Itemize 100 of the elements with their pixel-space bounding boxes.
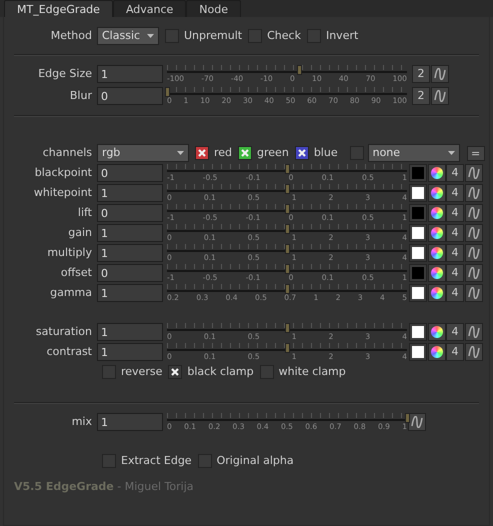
curve-button[interactable] bbox=[465, 284, 483, 302]
value-field[interactable]: 0 bbox=[97, 204, 163, 222]
color-swatch[interactable] bbox=[410, 225, 426, 241]
checkbox-label: blue bbox=[314, 144, 338, 161]
caret-icon bbox=[448, 151, 455, 155]
color-swatch[interactable] bbox=[410, 205, 426, 221]
checkbox-label: white clamp bbox=[278, 364, 346, 380]
checkbox-label: red bbox=[214, 144, 232, 161]
value-field[interactable]: 0 bbox=[97, 264, 163, 282]
curve-button[interactable] bbox=[465, 343, 483, 361]
curve-button[interactable] bbox=[465, 264, 483, 282]
channel-count-button[interactable]: 4 bbox=[446, 244, 464, 262]
slider-thumb[interactable] bbox=[285, 284, 290, 294]
curve-button[interactable] bbox=[465, 224, 483, 242]
curve-button[interactable] bbox=[465, 244, 483, 262]
slider-thumb[interactable] bbox=[285, 204, 290, 214]
checkbox-label: Extract Edge bbox=[121, 452, 192, 469]
value-field[interactable]: 0 bbox=[97, 87, 163, 105]
curve-icon bbox=[434, 90, 446, 102]
color-picker-button[interactable] bbox=[428, 164, 446, 182]
channel-count-button[interactable]: 4 bbox=[446, 264, 464, 282]
slider-thumb[interactable] bbox=[285, 323, 290, 333]
curve-icon bbox=[468, 167, 480, 179]
color-picker-button[interactable] bbox=[428, 323, 446, 341]
value-field[interactable]: 0 bbox=[97, 164, 163, 182]
checkbox[interactable] bbox=[168, 365, 182, 379]
value-field[interactable]: 1 bbox=[97, 413, 163, 431]
checkbox[interactable] bbox=[294, 146, 309, 160]
tab[interactable]: Advance bbox=[112, 0, 186, 17]
color-wheel-icon bbox=[431, 326, 443, 338]
checkbox[interactable] bbox=[238, 146, 252, 160]
caret-icon bbox=[177, 151, 184, 155]
value-field[interactable]: 1 bbox=[97, 343, 163, 361]
slider-thumb[interactable] bbox=[285, 184, 290, 194]
method-dropdown[interactable]: Classic bbox=[97, 27, 159, 45]
color-swatch[interactable] bbox=[410, 245, 426, 261]
slider-thumb[interactable] bbox=[285, 224, 290, 234]
color-picker-button[interactable] bbox=[428, 184, 446, 202]
color-wheel-icon bbox=[431, 187, 443, 199]
checkbox[interactable] bbox=[195, 146, 209, 160]
color-swatch[interactable] bbox=[410, 165, 426, 181]
check-mark-icon bbox=[171, 368, 180, 376]
slider-thumb[interactable] bbox=[285, 244, 290, 254]
curve-button[interactable] bbox=[431, 65, 449, 83]
curve-button[interactable] bbox=[465, 164, 483, 182]
color-picker-button[interactable] bbox=[428, 343, 446, 361]
curve-button[interactable] bbox=[465, 184, 483, 202]
color-swatch[interactable] bbox=[410, 324, 426, 340]
color-wheel-icon bbox=[431, 167, 443, 179]
curve-button[interactable] bbox=[431, 87, 449, 105]
tab[interactable]: Node bbox=[186, 0, 242, 17]
channel-count-button[interactable]: 4 bbox=[446, 184, 464, 202]
color-wheel-icon bbox=[431, 247, 443, 259]
channel-count-button[interactable]: 4 bbox=[446, 204, 464, 222]
value-field[interactable]: 1 bbox=[97, 65, 163, 83]
color-picker-button[interactable] bbox=[428, 264, 446, 282]
tab[interactable]: MT_EdgeGrade bbox=[4, 0, 113, 17]
slider-thumb[interactable] bbox=[165, 87, 170, 97]
checkbox-label: Check bbox=[267, 28, 301, 44]
slider-thumb[interactable] bbox=[297, 65, 302, 75]
curve-icon bbox=[411, 416, 423, 428]
channels-dropdown[interactable]: rgb bbox=[97, 144, 189, 162]
slider-thumb[interactable] bbox=[285, 264, 290, 274]
value-field[interactable]: 1 bbox=[97, 224, 163, 242]
curve-icon bbox=[468, 247, 480, 259]
color-picker-button[interactable] bbox=[428, 204, 446, 222]
curve-icon bbox=[468, 227, 480, 239]
color-wheel-icon bbox=[431, 346, 443, 358]
value-field[interactable]: 1 bbox=[97, 184, 163, 202]
count-button[interactable]: 2 bbox=[412, 87, 430, 105]
count-button[interactable]: 2 bbox=[412, 65, 430, 83]
slider-thumb[interactable] bbox=[285, 164, 290, 174]
color-picker-button[interactable] bbox=[428, 244, 446, 262]
curve-button[interactable] bbox=[465, 323, 483, 341]
field-label: channels bbox=[42, 144, 93, 161]
channel-count-button[interactable]: 4 bbox=[446, 343, 464, 361]
value-field[interactable]: 1 bbox=[97, 284, 163, 302]
color-picker-button[interactable] bbox=[428, 284, 446, 302]
checkbox-label: Unpremult bbox=[184, 28, 242, 44]
field-label: whitepoint bbox=[32, 184, 93, 201]
color-swatch[interactable] bbox=[410, 265, 426, 281]
curve-button[interactable] bbox=[465, 204, 483, 222]
color-swatch[interactable] bbox=[410, 344, 426, 360]
channel-count-button[interactable]: 4 bbox=[446, 224, 464, 242]
value-field[interactable]: 1 bbox=[97, 244, 163, 262]
color-picker-button[interactable] bbox=[428, 224, 446, 242]
curve-button[interactable] bbox=[408, 413, 426, 431]
layer-dropdown[interactable]: none bbox=[368, 144, 460, 162]
channel-count-button[interactable]: 4 bbox=[446, 284, 464, 302]
channel-count-button[interactable]: 4 bbox=[446, 323, 464, 341]
equals-button[interactable]: = bbox=[466, 146, 485, 160]
color-swatch[interactable] bbox=[410, 185, 426, 201]
color-swatch[interactable] bbox=[410, 285, 426, 301]
value-field[interactable]: 1 bbox=[97, 323, 163, 341]
slider-thumb[interactable] bbox=[285, 343, 290, 353]
color-wheel-icon bbox=[431, 227, 443, 239]
check-mark-icon bbox=[241, 149, 250, 157]
curve-icon bbox=[468, 287, 480, 299]
channel-count-button[interactable]: 4 bbox=[446, 164, 464, 182]
slider-thumb[interactable] bbox=[405, 413, 410, 423]
